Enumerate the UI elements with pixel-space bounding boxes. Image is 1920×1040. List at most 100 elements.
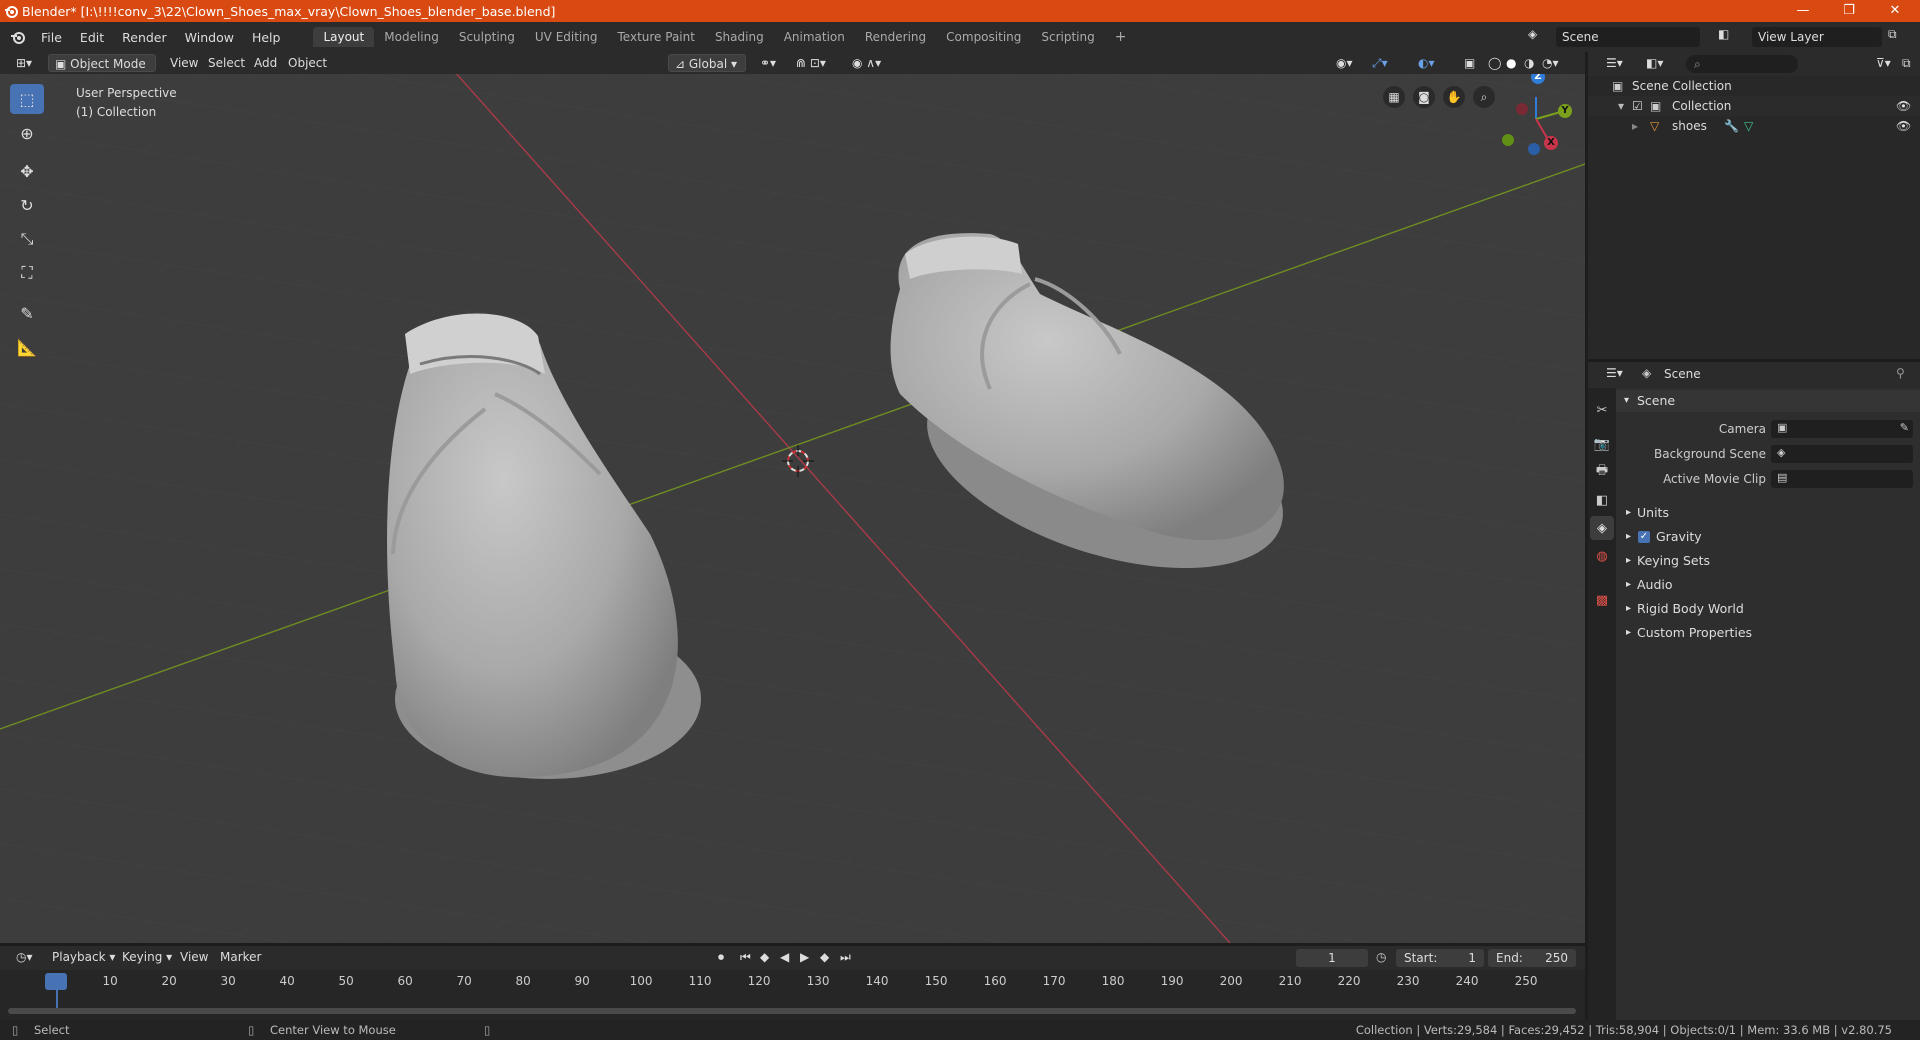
maximize-button[interactable]: ❐ bbox=[1826, 0, 1872, 22]
background-scene-field[interactable]: ◈ bbox=[1771, 445, 1913, 463]
preview-range-icon[interactable]: ◷ bbox=[1376, 950, 1386, 964]
close-button[interactable]: ✕ bbox=[1872, 0, 1918, 22]
units-section[interactable]: ▸ Units bbox=[1616, 502, 1920, 524]
visibility-eye-icon[interactable]: 👁 bbox=[1896, 116, 1911, 136]
end-frame-field[interactable]: End: 250 bbox=[1488, 949, 1576, 967]
visibility-eye-icon[interactable]: 👁 bbox=[1896, 96, 1911, 116]
frame-ruler[interactable]: 1102030405060708090100110120130140150160… bbox=[0, 970, 1585, 994]
timeline[interactable]: 1102030405060708090100110120130140150160… bbox=[0, 970, 1585, 1020]
tab-shading[interactable]: Shading bbox=[705, 27, 774, 47]
outliner-editor-type-icon[interactable]: ☰▾ bbox=[1600, 54, 1629, 72]
tab-layout[interactable]: Layout bbox=[313, 27, 375, 47]
camera-field[interactable]: ▣ ✎ bbox=[1771, 420, 1913, 438]
jump-end-icon[interactable]: ⏭ bbox=[834, 948, 857, 966]
add-workspace-button[interactable]: + bbox=[1105, 26, 1137, 48]
pivot-point-icon[interactable]: ⚭▾ bbox=[754, 54, 782, 72]
blender-menu-icon[interactable] bbox=[10, 29, 26, 45]
record-icon[interactable]: ⏺ bbox=[712, 948, 730, 966]
audio-section[interactable]: ▸ Audio bbox=[1616, 574, 1920, 596]
active-movie-clip-field[interactable]: ▤ bbox=[1771, 470, 1913, 488]
play-icon[interactable]: ▶ bbox=[794, 948, 815, 966]
camera-view-icon[interactable]: ◙ bbox=[1413, 86, 1435, 108]
exclude-checkbox[interactable]: ☑ bbox=[1632, 96, 1643, 116]
transform-orientation-dropdown[interactable]: ⊿ Global ▾ bbox=[668, 54, 746, 72]
display-mode-icon[interactable]: ◧▾ bbox=[1640, 54, 1669, 72]
overlay-toggle-icon[interactable]: ◐▾ bbox=[1412, 54, 1441, 72]
measure-tool-icon[interactable]: 📐 bbox=[10, 332, 44, 362]
world-tab-icon[interactable]: ◍ bbox=[1590, 544, 1614, 568]
menu-view[interactable]: View bbox=[164, 54, 204, 72]
custom-properties-section[interactable]: ▸ Custom Properties bbox=[1616, 622, 1920, 644]
timeline-editor-type-icon[interactable]: ◷▾ bbox=[10, 948, 39, 966]
eyedropper-icon[interactable]: ✎ bbox=[1900, 421, 1909, 434]
gizmo-toggle-icon[interactable]: ⤢▾ bbox=[1366, 54, 1394, 72]
tab-modeling[interactable]: Modeling bbox=[374, 27, 449, 47]
rotate-tool-icon[interactable]: ↻ bbox=[10, 190, 44, 220]
expand-arrow-icon[interactable]: ▾ bbox=[1618, 96, 1624, 116]
scene-panel-header[interactable]: ▾ Scene bbox=[1616, 390, 1920, 412]
menu-help[interactable]: Help bbox=[243, 30, 290, 45]
visibility-icon[interactable]: ◉▾ bbox=[1330, 54, 1359, 72]
scale-tool-icon[interactable]: ⤡ bbox=[10, 224, 44, 254]
gizmo-x-axis[interactable]: X bbox=[1544, 136, 1558, 150]
outliner-search-input[interactable]: ⌕ bbox=[1686, 55, 1798, 73]
toggle-perspective-icon[interactable]: ▦ bbox=[1383, 86, 1405, 108]
rigid-body-world-section[interactable]: ▸ Rigid Body World bbox=[1616, 598, 1920, 620]
keying-sets-section[interactable]: ▸ Keying Sets bbox=[1616, 550, 1920, 572]
menu-playback[interactable]: Playback ▾ bbox=[46, 948, 121, 966]
annotate-tool-icon[interactable]: ✎ bbox=[10, 298, 44, 328]
expand-arrow-icon[interactable]: ▸ bbox=[1632, 116, 1638, 136]
menu-edit[interactable]: Edit bbox=[71, 30, 113, 45]
gravity-section[interactable]: ▸ ✓ Gravity bbox=[1616, 526, 1920, 548]
start-frame-field[interactable]: Start: 1 bbox=[1396, 949, 1484, 967]
tab-compositing[interactable]: Compositing bbox=[936, 27, 1031, 47]
menu-select[interactable]: Select bbox=[202, 54, 251, 72]
view-layer-browse-icon[interactable]: ◧ bbox=[1718, 27, 1738, 47]
tab-animation[interactable]: Animation bbox=[774, 27, 855, 47]
current-frame-field[interactable]: 1 bbox=[1296, 949, 1368, 967]
view-layer-selector[interactable]: View Layer bbox=[1752, 27, 1882, 47]
pin-icon[interactable]: ⚲ bbox=[1896, 366, 1905, 380]
gizmo-y-axis[interactable]: Y bbox=[1558, 104, 1572, 118]
select-box-tool-icon[interactable]: ⬚ bbox=[10, 84, 44, 114]
prev-keyframe-icon[interactable]: ◆ bbox=[754, 948, 775, 966]
zoom-view-icon[interactable]: ⌕ bbox=[1473, 86, 1495, 108]
new-collection-icon[interactable]: ⧉ bbox=[1896, 54, 1917, 72]
scene-browse-icon[interactable]: ◈ bbox=[1528, 27, 1548, 47]
editor-type-icon[interactable]: ⊞▾ bbox=[10, 54, 38, 72]
outliner-row-shoes[interactable]: ▸ ▽ shoes 🔧 ▽ 👁 bbox=[1588, 116, 1920, 136]
tab-uv-editing[interactable]: UV Editing bbox=[525, 27, 608, 47]
view-layer-tab-icon[interactable]: ◧ bbox=[1590, 488, 1614, 512]
tab-sculpting[interactable]: Sculpting bbox=[449, 27, 525, 47]
properties-editor-type-icon[interactable]: ☰▾ bbox=[1600, 364, 1629, 382]
output-tab-icon[interactable]: 🖶 bbox=[1590, 460, 1614, 484]
menu-view[interactable]: View bbox=[174, 948, 214, 966]
transform-tool-icon[interactable]: ⛶ bbox=[10, 258, 44, 288]
menu-object[interactable]: Object bbox=[282, 54, 333, 72]
render-tab-icon[interactable]: 📷 bbox=[1590, 432, 1614, 456]
modifier-wrench-icon[interactable]: 🔧 bbox=[1724, 116, 1739, 136]
mesh-data-icon[interactable]: ▽ bbox=[1744, 116, 1753, 136]
scene-tab-icon[interactable]: ◈ bbox=[1590, 516, 1614, 540]
menu-marker[interactable]: Marker bbox=[214, 948, 267, 966]
tool-tab-icon[interactable]: ✂ bbox=[1590, 398, 1614, 422]
timeline-scrollbar[interactable] bbox=[8, 1008, 1576, 1014]
texture-tab-icon[interactable]: ▩ bbox=[1590, 588, 1614, 612]
mode-dropdown[interactable]: ▣ Object Mode ▾ bbox=[48, 54, 156, 89]
pan-view-icon[interactable]: ✋ bbox=[1443, 86, 1465, 108]
scene-selector[interactable]: Scene bbox=[1556, 27, 1700, 47]
rendered-shading-icon[interactable]: ◔▾ bbox=[1536, 54, 1565, 72]
outliner-row-scene-collection[interactable]: ▣ Scene Collection bbox=[1588, 76, 1920, 96]
move-tool-icon[interactable]: ✥ bbox=[10, 156, 44, 186]
menu-file[interactable]: File bbox=[32, 30, 71, 45]
outliner-row-collection[interactable]: ▾ ☑ ▣ Collection 👁 bbox=[1588, 96, 1920, 116]
play-reverse-icon[interactable]: ◀ bbox=[774, 948, 795, 966]
gravity-checkbox[interactable]: ✓ bbox=[1638, 531, 1650, 543]
minimize-button[interactable]: — bbox=[1780, 0, 1826, 22]
next-keyframe-icon[interactable]: ◆ bbox=[814, 948, 835, 966]
menu-add[interactable]: Add bbox=[248, 54, 283, 72]
tab-rendering[interactable]: Rendering bbox=[855, 27, 936, 47]
filter-icon[interactable]: ⊽▾ bbox=[1870, 54, 1897, 72]
tab-texture-paint[interactable]: Texture Paint bbox=[608, 27, 705, 47]
menu-keying[interactable]: Keying ▾ bbox=[116, 948, 178, 966]
